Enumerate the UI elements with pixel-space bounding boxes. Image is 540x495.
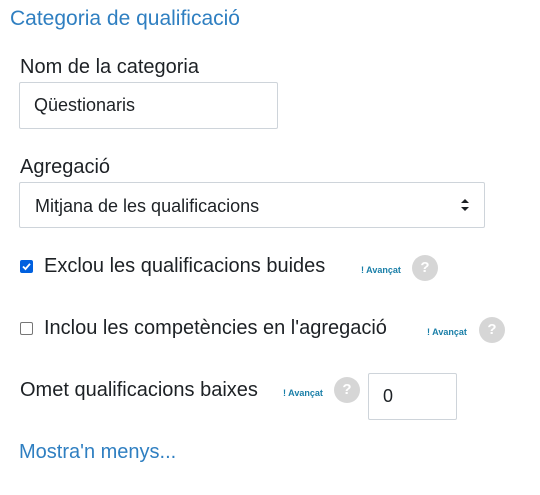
aggregation-select[interactable]: Mitjana de les qualificacions [19, 182, 485, 228]
aggregation-selected-value: Mitjana de les qualificacions [35, 196, 260, 216]
help-icon[interactable]: ? [479, 317, 505, 343]
drop-lowest-label: Omet qualificacions baixes [20, 379, 258, 401]
section-title: Categoria de qualificació [10, 7, 240, 30]
advanced-tag: ! Avançat [361, 265, 401, 275]
advanced-tag: ! Avançat [283, 388, 323, 398]
exclude-empty-label[interactable]: Exclou les qualificacions buides [44, 255, 325, 278]
show-less-link[interactable]: Mostra'n menys... [19, 441, 176, 464]
checkmark-icon [22, 263, 31, 271]
help-icon[interactable]: ? [412, 255, 438, 281]
exclude-empty-checkbox[interactable] [20, 260, 33, 273]
help-icon[interactable]: ? [334, 377, 360, 403]
category-name-input[interactable] [19, 82, 278, 129]
select-arrows-icon [461, 199, 469, 211]
drop-lowest-input[interactable] [368, 373, 457, 420]
include-outcomes-checkbox[interactable] [20, 322, 33, 335]
aggregation-label: Agregació [20, 156, 111, 178]
include-outcomes-label[interactable]: Inclou les competències en l'agregació [44, 317, 387, 340]
category-name-label: Nom de la categoria [20, 56, 199, 78]
advanced-tag: ! Avançat [427, 327, 467, 337]
